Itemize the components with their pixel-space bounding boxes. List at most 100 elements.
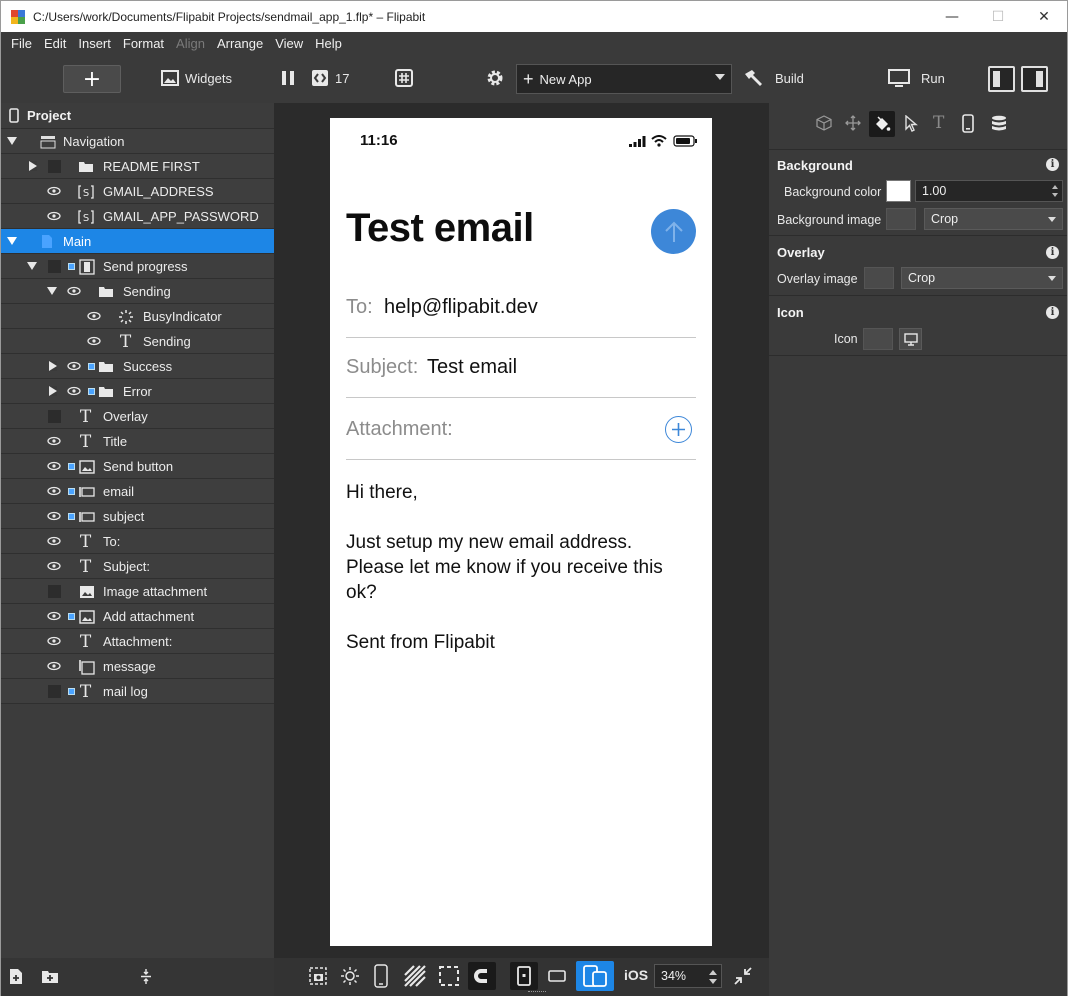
- eye-icon[interactable]: [47, 509, 61, 523]
- database-icon[interactable]: [991, 115, 1007, 132]
- icon-picker[interactable]: [863, 328, 893, 350]
- tree-row-send-button[interactable]: Send button: [1, 454, 274, 479]
- chevron-down-icon[interactable]: [47, 287, 57, 295]
- close-button[interactable]: ✕: [1021, 1, 1067, 32]
- tree-row-main[interactable]: Main: [1, 229, 274, 254]
- tree-row-sending-folder[interactable]: Sending: [1, 279, 274, 304]
- pause-button[interactable]: [281, 69, 295, 87]
- background-color-swatch[interactable]: [886, 180, 911, 202]
- add-folder-icon[interactable]: [41, 969, 59, 984]
- background-opacity-spinbox[interactable]: 1.00: [915, 180, 1063, 202]
- tree-row-attachment-label[interactable]: T Attachment:: [1, 629, 274, 654]
- tree-row-title[interactable]: T Title: [1, 429, 274, 454]
- email-field[interactable]: help@flipabit.dev: [384, 296, 538, 319]
- collapse-arrows-icon[interactable]: [733, 966, 753, 986]
- tree-row-sending-text[interactable]: T Sending: [1, 329, 274, 354]
- info-icon[interactable]: i: [1046, 246, 1059, 259]
- camera-icon[interactable]: [308, 966, 328, 986]
- fill-tab[interactable]: [869, 111, 895, 137]
- run-button[interactable]: Run: [887, 68, 945, 88]
- visibility-toggle[interactable]: [48, 585, 61, 598]
- eye-icon[interactable]: [67, 284, 81, 298]
- settings-button[interactable]: [485, 68, 505, 88]
- spin-down-icon[interactable]: [1052, 193, 1058, 197]
- eye-icon[interactable]: [47, 434, 61, 448]
- visibility-toggle[interactable]: [48, 160, 61, 173]
- code-pages-button[interactable]: 17: [311, 69, 349, 87]
- phone-device-icon[interactable]: [374, 964, 388, 988]
- portrait-button[interactable]: [510, 962, 538, 990]
- eye-icon[interactable]: [67, 384, 81, 398]
- menu-format[interactable]: Format: [117, 36, 170, 51]
- menu-insert[interactable]: Insert: [72, 36, 117, 51]
- subject-field[interactable]: Test email: [427, 356, 517, 379]
- cube-icon[interactable]: [816, 115, 832, 131]
- toggle-left-panel-button[interactable]: [988, 66, 1015, 92]
- tree-row-navigation[interactable]: Navigation: [1, 129, 274, 154]
- brightness-icon[interactable]: [340, 966, 360, 986]
- tree-row-message[interactable]: message: [1, 654, 274, 679]
- eye-icon[interactable]: [47, 484, 61, 498]
- info-icon[interactable]: i: [1046, 158, 1059, 171]
- chevron-right-icon[interactable]: [49, 361, 57, 371]
- eye-icon[interactable]: [47, 609, 61, 623]
- maximize-button[interactable]: ☐: [975, 1, 1021, 32]
- widgets-button[interactable]: Widgets: [161, 69, 232, 87]
- add-page-icon[interactable]: [9, 968, 23, 985]
- tree-row-error[interactable]: Error: [1, 379, 274, 404]
- spin-up-icon[interactable]: [709, 970, 717, 975]
- message-field[interactable]: Hi there, Just setup my new email addres…: [346, 480, 696, 655]
- toggle-right-panel-button[interactable]: [1021, 66, 1048, 92]
- icon-platform-button[interactable]: [899, 328, 922, 350]
- chevron-down-icon[interactable]: [27, 262, 37, 270]
- eye-icon[interactable]: [87, 309, 101, 323]
- app-selector[interactable]: + New App: [516, 64, 732, 94]
- visibility-toggle[interactable]: [48, 685, 61, 698]
- minimize-button[interactable]: —: [929, 1, 975, 32]
- resize-grip[interactable]: [528, 991, 546, 994]
- text-tab-icon[interactable]: T: [933, 113, 944, 133]
- tree-row-send-progress[interactable]: Send progress: [1, 254, 274, 279]
- tree-row-success[interactable]: Success: [1, 354, 274, 379]
- visibility-toggle[interactable]: [48, 410, 61, 423]
- hatch-icon[interactable]: [404, 965, 426, 987]
- cursor-icon[interactable]: [904, 115, 918, 132]
- chevron-right-icon[interactable]: [29, 161, 37, 171]
- tree-row-add-attachment[interactable]: Add attachment: [1, 604, 274, 629]
- eye-icon[interactable]: [47, 534, 61, 548]
- magnet-button[interactable]: [468, 962, 496, 990]
- tree-row-image-attachment[interactable]: Image attachment: [1, 579, 274, 604]
- menu-arrange[interactable]: Arrange: [211, 36, 269, 51]
- send-button[interactable]: [651, 209, 696, 254]
- tree-row-readme[interactable]: README FIRST: [1, 154, 274, 179]
- overlay-image-picker[interactable]: [864, 267, 894, 289]
- landscape-icon[interactable]: [548, 967, 566, 985]
- tree-row-subject-label[interactable]: T Subject:: [1, 554, 274, 579]
- menu-edit[interactable]: Edit: [38, 36, 72, 51]
- tree-row-gmail-password[interactable]: S GMAIL_APP_PASSWORD: [1, 204, 274, 229]
- spin-down-icon[interactable]: [709, 979, 717, 984]
- mobile-icon[interactable]: [962, 114, 974, 133]
- eye-icon[interactable]: [47, 634, 61, 648]
- eye-icon[interactable]: [47, 209, 61, 223]
- chevron-down-icon[interactable]: [7, 137, 17, 145]
- add-attachment-button[interactable]: [665, 416, 692, 443]
- eye-icon[interactable]: [47, 659, 61, 673]
- chevron-right-icon[interactable]: [49, 386, 57, 396]
- move-icon[interactable]: [845, 115, 861, 131]
- tree-row-subject[interactable]: subject: [1, 504, 274, 529]
- spin-up-icon[interactable]: [1052, 185, 1058, 189]
- build-button[interactable]: Build: [743, 68, 804, 88]
- tree-row-mail-log[interactable]: T mail log: [1, 679, 274, 704]
- device-frame-button[interactable]: [576, 961, 614, 991]
- tree-row-to[interactable]: T To:: [1, 529, 274, 554]
- menu-file[interactable]: File: [5, 36, 38, 51]
- background-image-mode-select[interactable]: Crop: [924, 208, 1063, 230]
- menu-help[interactable]: Help: [309, 36, 348, 51]
- tree-row-overlay[interactable]: T Overlay: [1, 404, 274, 429]
- eye-icon[interactable]: [47, 184, 61, 198]
- eye-icon[interactable]: [87, 334, 101, 348]
- eye-icon[interactable]: [47, 559, 61, 573]
- add-page-button[interactable]: +: [63, 65, 121, 93]
- selection-icon[interactable]: [438, 965, 460, 987]
